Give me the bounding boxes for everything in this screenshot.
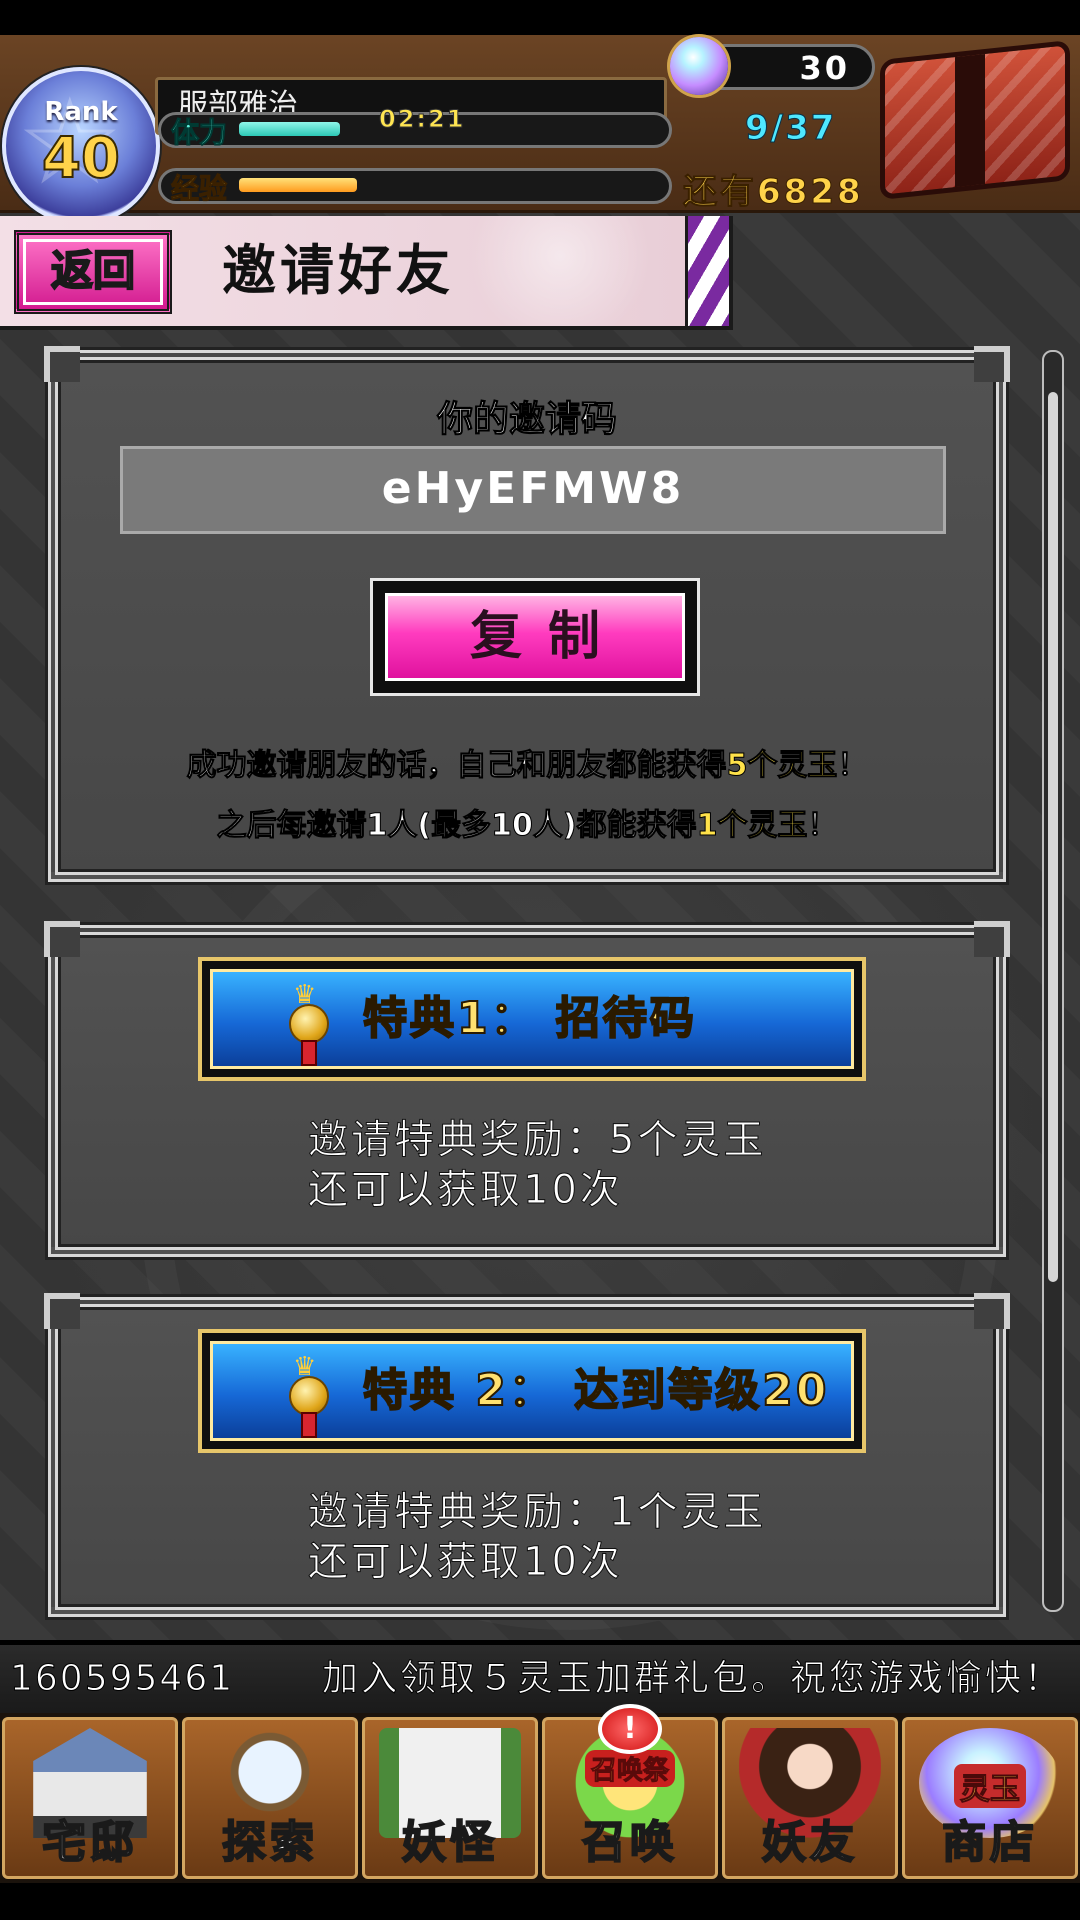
desc1-text: 成功邀请朋友的话，自己和朋友都能获得 (186, 748, 727, 784)
desc2-text: 之后每邀请1人(最多10人)都能获得 (216, 808, 697, 844)
perk-panel-1: ♛ 特典1： 招待码 邀请特典奖励：5个灵玉 还可以获取10次 (44, 921, 1010, 1257)
nav-label: 宅邸 (41, 1816, 138, 1869)
nav-mansion[interactable]: 宅邸 (2, 1717, 178, 1879)
medal-icon: ♛ (289, 1354, 329, 1438)
shop-gem-badge: 灵玉 (954, 1764, 1026, 1808)
exp-bar: 经验 (158, 168, 672, 206)
scroll-thumb[interactable] (1048, 392, 1058, 1282)
gem-count: 30 (799, 49, 850, 87)
spirit-gem-icon (670, 37, 728, 95)
nav-shop[interactable]: 灵玉 商店 (902, 1717, 1078, 1879)
invite-code-field[interactable]: eHyEFMW8 (120, 446, 946, 534)
perk-remaining-1: 还可以获取10次 (307, 1167, 623, 1214)
medal-icon: ♛ (289, 982, 329, 1066)
page-title: 邀请好友 (222, 239, 454, 302)
desc1-end: ！ (837, 748, 868, 784)
invite-description-1: 成功邀请朋友的话，自己和朋友都能获得5个灵玉！ (58, 740, 996, 784)
copy-button[interactable]: 复制 (370, 578, 700, 696)
perk-details-2: 邀请特典奖励：1个灵玉 还可以获取10次 (307, 1487, 767, 1587)
perk-panel-2: ♛ 特典 2： 达到等级20 邀请特典奖励：1个灵玉 还可以获取10次 (44, 1293, 1010, 1617)
ticker-message: 加入领取５灵玉加群礼包。祝您游戏愉快！ (321, 1658, 1064, 1700)
desc2-end: ！ (807, 808, 838, 844)
rank-badge[interactable]: ☆ Rank 40 (2, 67, 160, 225)
perk-banner-1: ♛ 特典1： 招待码 (198, 957, 866, 1081)
nav-friends[interactable]: 妖友 (722, 1717, 898, 1879)
status-header: ☆ Rank 40 服部雅治 体力 02:21 经验 30 9/37 还有682… (0, 35, 1080, 225)
stamina-bar: 体力 02:21 (158, 105, 672, 150)
title-banner: 返回 邀请好友 (0, 216, 733, 330)
copy-button-label: 复制 (385, 593, 685, 681)
rank-value: 40 (41, 126, 121, 192)
nav-explore[interactable]: 探索 (182, 1717, 358, 1879)
gift-box-icon[interactable] (880, 40, 1070, 200)
rank-label: Rank (44, 97, 118, 127)
perk-reward-2: 邀请特典奖励：1个灵玉 (307, 1489, 767, 1536)
exp-fill (239, 178, 357, 192)
nav-label: 探索 (221, 1816, 318, 1869)
banner-stripe (685, 216, 729, 326)
bottom-nav: 宅邸 探索 妖怪 召唤祭 ! 召唤 妖友 灵玉 商店 (0, 1704, 1080, 1883)
perk-title-1: 特典1： 招待码 (362, 992, 697, 1045)
nav-yokai[interactable]: 妖怪 (362, 1717, 538, 1879)
back-button[interactable]: 返回 (14, 230, 172, 314)
invite-code-heading: 你的邀请码 (436, 399, 617, 441)
desc2-highlight: 1个灵玉 (696, 808, 808, 844)
nav-label: 妖友 (761, 1816, 858, 1869)
exp-remaining: 还有6828 (683, 172, 864, 213)
stamina-timer: 02:21 (378, 105, 466, 134)
nav-label: 召唤 (581, 1816, 678, 1869)
news-ticker: 160595461 加入领取５灵玉加群礼包。祝您游戏愉快！ (0, 1645, 1080, 1713)
perk-title-2: 特典 2： 达到等级20 (362, 1364, 830, 1417)
nav-label: 妖怪 (401, 1816, 498, 1869)
nav-label: 商店 (941, 1816, 1038, 1869)
invite-code-panel: 你的邀请码 eHyEFMW8 复制 成功邀请朋友的话，自己和朋友都能获得5个灵玉… (44, 346, 1010, 882)
ticker-id: 160595461 (9, 1658, 235, 1700)
perk-details-1: 邀请特典奖励：5个灵玉 还可以获取10次 (307, 1115, 767, 1215)
perk-remaining-2: 还可以获取10次 (307, 1539, 623, 1586)
exp-label: 经验 (170, 172, 228, 206)
perk-reward-1: 邀请特典奖励：5个灵玉 (307, 1117, 767, 1164)
invite-description-2: 之后每邀请1人(最多10人)都能获得1个灵玉！ (58, 800, 996, 844)
gem-counter[interactable]: 30 (670, 37, 875, 95)
stamina-label: 体力 (170, 116, 228, 150)
alert-icon: ! (598, 1704, 662, 1754)
desc1-highlight: 5个灵玉 (726, 748, 838, 784)
scrollbar[interactable] (1042, 350, 1064, 1612)
nav-summon[interactable]: 召唤祭 ! 召唤 (542, 1704, 718, 1879)
stamina-fill (239, 122, 340, 136)
perk-banner-2: ♛ 特典 2： 达到等级20 (198, 1329, 866, 1453)
stamina-count: 9/37 (744, 108, 837, 149)
summon-festival-badge: 召唤祭 (584, 1750, 676, 1787)
